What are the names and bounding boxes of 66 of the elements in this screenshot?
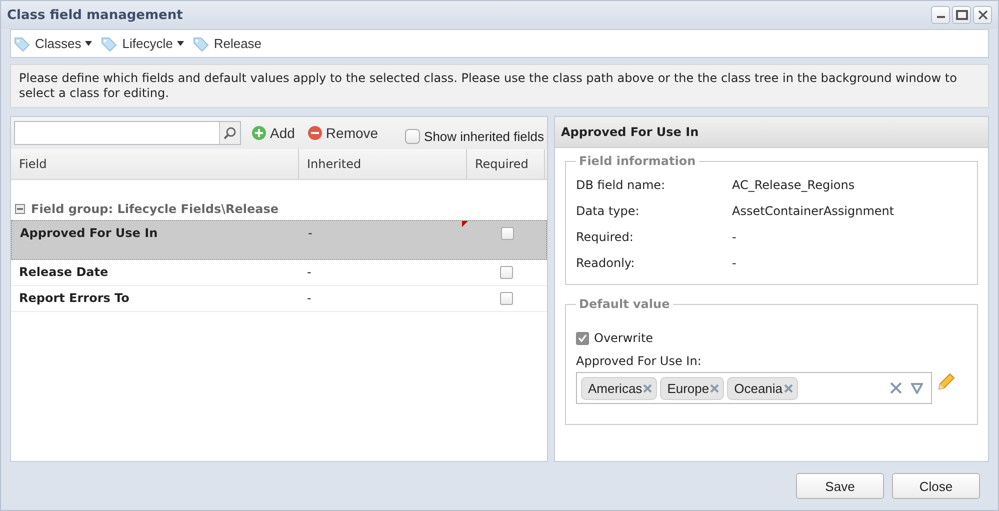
table-row[interactable]: Report Errors To -: [11, 286, 547, 312]
add-button[interactable]: Add: [249, 125, 297, 141]
plus-icon: [251, 125, 267, 141]
maximize-icon: [956, 10, 968, 20]
column-header[interactable]: Field: [11, 149, 299, 179]
fieldset-legend: Field information: [576, 154, 699, 168]
close-button[interactable]: [973, 6, 992, 24]
pencil-icon[interactable]: [936, 372, 956, 392]
panel-header: Approved For Use In: [555, 117, 988, 148]
breadcrumb-item[interactable]: Classes: [33, 36, 84, 51]
property-value: -: [732, 230, 736, 244]
checkbox[interactable]: [405, 128, 420, 144]
info-text: Please define which fields and default values apply to the selected class. Please use the class path above or the the class tree in the background window to select a class for editing.: [10, 64, 989, 108]
tag-input-field[interactable]: Americas Europe Oceania: [576, 372, 932, 404]
maximize-button[interactable]: [952, 6, 971, 24]
remove-button[interactable]: Remove: [304, 125, 380, 141]
save-button[interactable]: Save: [796, 473, 884, 499]
clear-icon[interactable]: [890, 382, 902, 394]
field-name: Approved For Use In: [20, 226, 158, 240]
property-value: -: [732, 256, 736, 270]
search-icon[interactable]: [223, 126, 237, 140]
close-button[interactable]: Close: [892, 473, 980, 499]
table-row[interactable]: Approved For Use In -: [11, 220, 547, 260]
fieldset-legend: Default value: [576, 297, 673, 311]
caret-icon[interactable]: [85, 41, 92, 46]
search-field[interactable]: [14, 121, 241, 145]
breadcrumb-item[interactable]: Release: [212, 36, 264, 51]
collapse-icon[interactable]: [15, 204, 25, 214]
table-cell: -: [307, 291, 312, 305]
tag-chip[interactable]: Europe: [660, 376, 724, 400]
close-icon: [978, 10, 988, 20]
caret-icon[interactable]: [176, 41, 184, 46]
required-checkbox[interactable]: [500, 292, 512, 305]
remove-icon[interactable]: [710, 384, 720, 392]
window-title: Class field management: [7, 8, 184, 22]
tag-icon: [13, 36, 31, 52]
required-checkbox[interactable]: [500, 227, 514, 240]
required-checkbox[interactable]: [500, 266, 512, 279]
minimize-button[interactable]: [931, 6, 950, 24]
property-label: DB field name:: [576, 178, 666, 192]
table-cell: -: [307, 265, 312, 279]
checkbox-label: Show inherited fields: [424, 128, 544, 144]
minus-icon: [306, 125, 323, 141]
property-value: AC_Release_Regions: [732, 178, 855, 192]
overwrite-checkbox[interactable]: [576, 332, 589, 344]
dropdown-icon[interactable]: [911, 382, 923, 394]
field-name: Report Errors To: [19, 291, 130, 305]
group-header: Field group: Lifecycle Fields\Release: [31, 202, 278, 216]
property-label: Data type:: [576, 204, 640, 218]
property-label: Readonly:: [576, 256, 636, 270]
property-value: AssetContainerAssignment: [732, 204, 894, 218]
field-label: Approved For Use In:: [576, 354, 702, 368]
table-cell: -: [308, 226, 312, 240]
tag-icon: [192, 36, 210, 52]
table-row[interactable]: Release Date -: [11, 260, 547, 286]
property-label: Required:: [576, 230, 634, 244]
tag-chip[interactable]: Americas: [581, 376, 658, 400]
checkbox-label: Overwrite: [594, 331, 654, 345]
column-header[interactable]: Required: [467, 149, 545, 179]
remove-icon[interactable]: [784, 384, 793, 392]
field-name: Release Date: [19, 265, 108, 279]
breadcrumb-item[interactable]: Lifecycle: [120, 36, 175, 51]
tag-icon: [100, 36, 118, 52]
column-header[interactable]: Inherited: [299, 149, 467, 179]
tag-chip[interactable]: Oceania: [727, 376, 798, 400]
remove-icon[interactable]: [643, 384, 652, 392]
